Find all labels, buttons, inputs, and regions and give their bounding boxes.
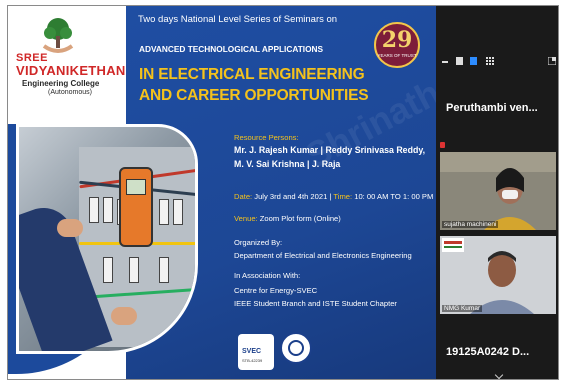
- svec-ieee-logo: SVEC STB-42239: [238, 334, 274, 370]
- participant-tile-label: NMG Kumar: [442, 305, 483, 312]
- strip-view-icon[interactable]: [470, 57, 477, 65]
- badge-number: 29: [381, 27, 413, 53]
- organized-by-value: Department of Electrical and Electronics…: [234, 251, 412, 260]
- svec-logo-text: SVEC: [242, 348, 262, 355]
- college-name-line4: (Autonomous): [48, 89, 92, 96]
- association-label: In Association With:: [234, 271, 301, 280]
- participants-panel: Peruthambi ven... sujatha machineni NMG …: [436, 6, 558, 379]
- breaker-image: [159, 257, 169, 283]
- svec-logo-sub: STB-42239: [242, 358, 263, 363]
- seminar-series-line: Two days National Level Series of Semina…: [138, 14, 338, 25]
- seminar-main-title: IN ELECTRICAL ENGINEERING AND CAREER OPP…: [139, 64, 369, 106]
- main-title-line2: AND CAREER OPPORTUNITIES: [139, 87, 369, 104]
- minimize-video-icon[interactable]: [442, 61, 448, 63]
- multimeter-image: [119, 167, 153, 247]
- participant-tile-label: sujatha machineni: [442, 221, 499, 228]
- breaker-image: [89, 197, 99, 223]
- seminar-subtitle: ADVANCED TECHNOLOGICAL APPLICATIONS: [139, 44, 324, 54]
- breaker-image: [129, 257, 139, 283]
- date-label: Date:: [234, 192, 253, 201]
- screenshot-frame: SREE VIDYANIKETHAN Engineering College (…: [0, 0, 564, 385]
- chevron-down-icon[interactable]: [494, 370, 504, 379]
- date-time-line: Date: July 3rd and 4th 2021 | Time: 10: …: [234, 192, 434, 201]
- iste-emblem-logo: [280, 332, 312, 364]
- breaker-image: [173, 199, 183, 225]
- college-name-line3: Engineering College: [22, 79, 100, 88]
- hand-image: [111, 307, 137, 325]
- time-label: Time:: [333, 192, 353, 201]
- electrician-photo: [16, 124, 198, 354]
- breaker-image: [103, 197, 113, 223]
- venue-value: Zoom Plot form (Online): [259, 214, 341, 223]
- view-toolbar: [436, 54, 558, 68]
- participant-video-image: [440, 152, 556, 230]
- single-view-icon[interactable]: [456, 57, 463, 65]
- years-of-trust-badge: 29 YEARS OF TRUST: [374, 22, 420, 68]
- venue-label: Venue:: [234, 214, 258, 223]
- badge-text: YEARS OF TRUST: [377, 53, 417, 58]
- participant-video-image: [440, 236, 556, 314]
- breaker-image: [103, 257, 113, 283]
- meeting-window: SREE VIDYANIKETHAN Engineering College (…: [7, 5, 559, 380]
- resource-persons-line1: Mr. J. Rajesh Kumar | Reddy Srinivasa Re…: [234, 145, 426, 155]
- time-value: 10: 00 AM TO 1: 00 PM: [354, 192, 434, 201]
- organized-by-label: Organized By:: [234, 238, 283, 247]
- participant-name-bottom: 19125A0242 D...: [446, 346, 530, 358]
- multimeter-screen: [126, 179, 146, 195]
- date-value: July 3rd and 4th 2021: [254, 192, 328, 201]
- breaker-image: [159, 199, 169, 225]
- resource-persons-label: Resource Persons:: [234, 133, 299, 142]
- main-title-line1: IN ELECTRICAL ENGINEERING: [139, 66, 365, 83]
- muted-mic-icon: [440, 142, 445, 148]
- emblem-inner-ring: [288, 340, 304, 356]
- hand-image: [57, 219, 83, 237]
- side-by-side-icon[interactable]: [548, 57, 556, 65]
- resource-persons-line2: M. V. Sai Krishna | J. Raja: [234, 159, 341, 169]
- venue-line: Venue: Zoom Plot form (Online): [234, 214, 341, 223]
- college-name-line2: VIDYANIKETHAN: [16, 63, 126, 78]
- participant-video-tile[interactable]: NMG Kumar: [440, 236, 556, 314]
- gallery-grid-icon[interactable]: [486, 57, 494, 65]
- participant-video-tile[interactable]: sujatha machineni: [440, 152, 556, 230]
- association-line2: IEEE Student Branch and ISTE Student Cha…: [234, 299, 397, 308]
- shared-screen-slide: SREE VIDYANIKETHAN Engineering College (…: [8, 6, 436, 379]
- college-tree-logo-icon: [42, 18, 74, 53]
- association-line1: Centre for Energy-SVEC: [234, 286, 318, 295]
- participant-name-top: Peruthambi ven...: [446, 102, 538, 114]
